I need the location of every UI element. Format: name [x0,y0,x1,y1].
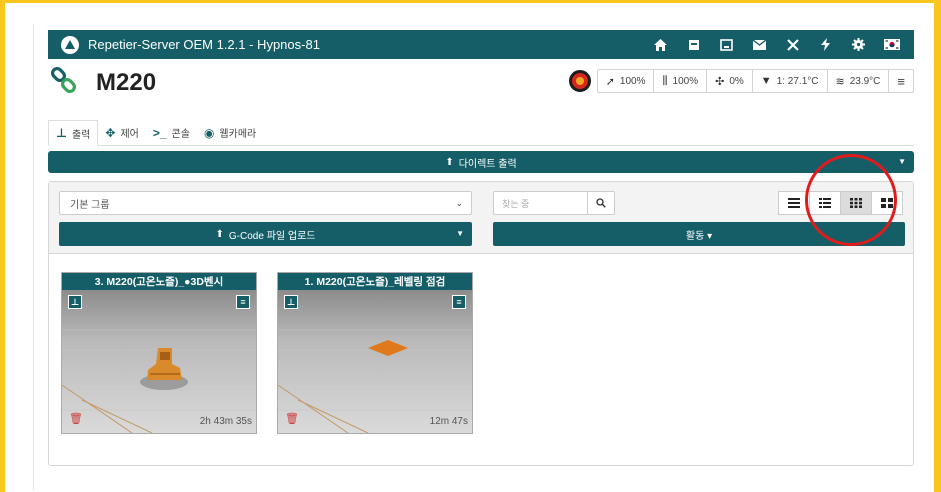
topbar-icons [644,30,908,59]
frame-left [0,0,5,492]
upload-gcode-label: G-Code 파일 업로드 [228,230,316,242]
search-placeholder: 찾는 중 [502,198,530,209]
job-duration: 2h 43m 35s [199,416,252,427]
hamburger-icon: ≡ [897,73,905,89]
webcam-icon: ◉ [203,125,215,140]
upload-icon: ⬆ [215,228,224,240]
printer-tabs: ⊥ 출력 ✥ 제어 >_ 콘솔 ◉ 웹카메라 [48,120,914,146]
printer-header: M220 ➚ 100% ⫼ 100% ✣ 0% ▼ 1: 27.1°C ≋ 23.9°C … [48,64,914,100]
fan-indicator[interactable]: ✣ 0% [707,69,753,93]
app-title[interactable]: Repetier-Server OEM 1.2.1 - Hypnos-81 [88,37,320,52]
job-duration: 12m 47s [429,416,468,427]
speed-icon: ➚ [605,75,615,88]
direct-print-label: 다이렉트 출력 [458,158,517,170]
print-job-icon[interactable]: ⊥ [68,295,82,309]
speed-indicator[interactable]: ➚ 100% [596,69,655,93]
print-job-icon[interactable]: ⊥ [284,295,298,309]
flow-value: 100% [672,75,699,87]
fan-icon: ✣ [715,75,725,88]
direct-print-button[interactable]: ⬆ 다이렉트 출력 ▼ [48,151,914,173]
tab-webcam-label: 웹카메라 [219,129,257,140]
print-icon[interactable] [710,38,743,51]
job-panel: 기본 그룹 ⌄ 찾는 중 ⬆ G-Code 파일 업로드 ▼ 활동 ▾ 3. M… [48,181,914,466]
job-panel-toolbar: 기본 그룹 ⌄ 찾는 중 ⬆ G-Code 파일 업로드 ▼ 활동 ▾ [49,182,913,254]
list-icon [788,198,800,208]
model-preview [62,290,256,433]
tab-console[interactable]: >_ 콘솔 [146,120,197,145]
heated-bed-icon: ≋ [835,75,845,88]
gear-icon[interactable] [842,38,875,51]
extruder-icon: ▼ [760,75,772,87]
tab-console-label: 콘솔 [171,129,190,140]
search-icon [596,198,606,208]
job-menu-icon[interactable]: ≡ [452,295,466,309]
app-window: Repetier-Server OEM 1.2.1 - Hypnos-81 M2… [33,24,923,490]
group-select-value: 기본 그룹 [70,199,110,211]
tab-control[interactable]: ✥ 제어 [98,120,145,145]
trash-icon[interactable]: 🗑 [69,412,83,425]
bed-temp-indicator[interactable]: ≋ 23.9°C [827,69,890,93]
flow-icon: ⫼ [662,74,668,87]
job-card-title: 1. M220(고온노즐)_레벨링 점검 [278,273,472,290]
job-card[interactable]: 1. M220(고온노즐)_레벨링 점검 ⊥ ≡ 🗑 12m 47s [277,272,473,434]
flow-indicator[interactable]: ⫼ 100% [654,69,708,93]
print-icon: ⊥ [56,126,67,140]
speed-value: 100% [619,75,646,87]
job-menu-icon[interactable]: ≡ [236,295,250,309]
top-navbar: Repetier-Server OEM 1.2.1 - Hypnos-81 [48,30,914,59]
menu-button[interactable]: ≡ [889,69,914,93]
printer-name: M220 [96,69,157,96]
repetier-logo[interactable] [61,35,79,54]
tab-webcam[interactable]: ◉ 웹카메라 [197,120,263,145]
move-icon: ✥ [105,125,116,140]
power-icon[interactable] [809,38,842,51]
model-preview [278,290,472,433]
highlight-circle [805,154,897,246]
fullscreen-icon[interactable] [776,38,809,51]
job-card-title: 3. M220(고온노즐)_●3D벤시 [62,273,256,290]
extruder-temp-value: 1: 27.1°C [776,75,819,87]
search-button[interactable] [587,191,615,215]
job-card[interactable]: 3. M220(고온노즐)_●3D벤시 ⊥ ≡ 🗑 2h 43m 35s [61,272,257,434]
terminal-icon: >_ [152,125,167,140]
upload-gcode-button[interactable]: ⬆ G-Code 파일 업로드 ▼ [59,222,472,246]
fan-value: 0% [729,75,744,87]
flag-icon[interactable] [875,39,908,50]
activity-label: 활동 ▾ [685,230,713,242]
frame-top [0,0,941,3]
link-icon [50,66,78,98]
trash-icon[interactable]: 🗑 [285,412,299,425]
extruder-temp-indicator[interactable]: ▼ 1: 27.1°C [752,69,828,93]
upload-icon: ⬆ [445,156,454,168]
home-icon[interactable] [644,38,677,51]
mail-icon[interactable] [743,39,776,50]
bed-temp-value: 23.9°C [849,75,881,87]
tab-print[interactable]: ⊥ 출력 [48,120,99,146]
chevron-down-icon: ▼ [898,157,906,166]
chevron-down-icon: ⌄ [455,198,463,208]
frame-right [934,0,941,492]
tab-print-label: 출력 [71,129,91,141]
printer-status-bar: ➚ 100% ⫼ 100% ✣ 0% ▼ 1: 27.1°C ≋ 23.9°C ≡ [568,69,914,93]
calendar-icon[interactable] [677,39,710,51]
group-select[interactable]: 기본 그룹 ⌄ [59,191,472,215]
chevron-down-icon: ▼ [456,229,464,238]
search-input[interactable]: 찾는 중 [493,191,588,215]
emergency-stop-button[interactable] [568,70,591,92]
tab-control-label: 제어 [120,129,139,140]
